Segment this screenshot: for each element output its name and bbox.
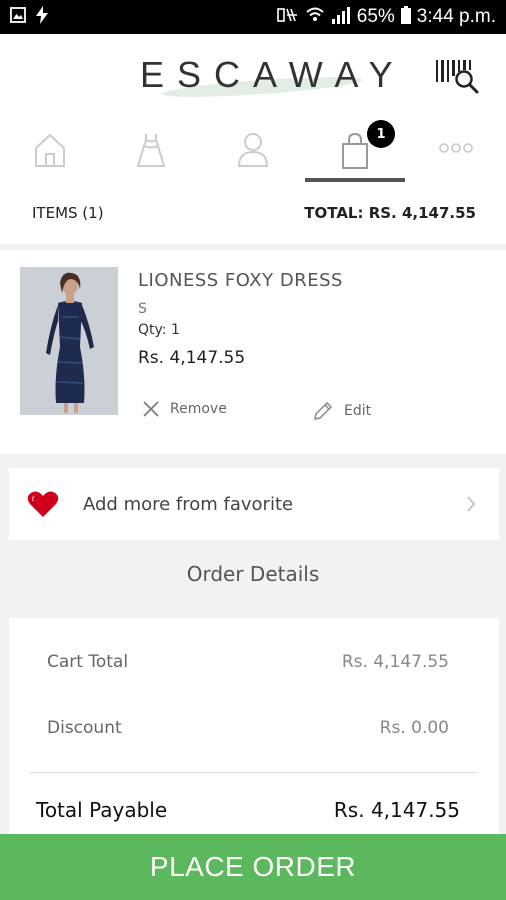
discount-row: Discount Rs. 0.00 <box>47 718 449 738</box>
flash-notification-icon <box>36 6 48 28</box>
place-order-button[interactable]: PLACE ORDER <box>0 834 506 900</box>
remove-label: Remove <box>170 401 227 417</box>
heart-icon <box>27 491 59 517</box>
dress-icon <box>136 134 166 167</box>
cart-total-label: Cart Total <box>47 652 129 672</box>
status-bar: 65% 3:44 p.m. <box>0 0 506 34</box>
tab-profile[interactable] <box>203 126 303 182</box>
cart-item-card: LIONESS FOXY DRESS S Qty: 1 Rs. 4,147.55… <box>0 250 506 454</box>
more-icon <box>439 143 473 153</box>
barcode-search-icon <box>436 60 479 94</box>
gallery-notification-icon <box>10 7 26 27</box>
favorite-label: Add more from favorite <box>83 493 294 515</box>
tab-cart[interactable]: 1 <box>305 120 405 182</box>
cart-total-header: TOTAL: RS. 4,147.55 <box>304 204 476 222</box>
total-payable-label: Total Payable <box>36 798 168 822</box>
total-payable-value: Rs. 4,147.55 <box>333 798 460 822</box>
chevron-right-icon <box>467 496 476 512</box>
clock: 3:44 p.m. <box>416 6 496 27</box>
shopping-bag-icon <box>342 132 368 169</box>
main-tab-bar: 1 <box>0 120 506 182</box>
wifi-icon <box>305 6 325 29</box>
items-count: ITEMS (1) <box>32 204 104 222</box>
close-icon <box>143 401 159 417</box>
divider <box>29 772 477 773</box>
product-name[interactable]: LIONESS FOXY DRESS <box>138 270 343 291</box>
total-payable-row: Total Payable Rs. 4,147.55 <box>36 798 460 822</box>
cart-count-badge: 1 <box>367 120 395 148</box>
product-quantity: Qty: 1 <box>138 322 180 338</box>
battery-percent: 65% <box>356 6 395 27</box>
cart-summary: ITEMS (1) TOTAL: RS. 4,147.55 <box>0 198 506 228</box>
product-size: S <box>138 301 147 317</box>
add-from-favorite-row[interactable]: Add more from favorite <box>9 468 499 540</box>
order-details-card: Cart Total Rs. 4,147.55 Discount Rs. 0.0… <box>9 618 499 858</box>
signal-icon <box>331 6 351 29</box>
discount-label: Discount <box>47 718 122 738</box>
cart-total-value: Rs. 4,147.55 <box>341 652 449 672</box>
brand-logo: ESCAWAY <box>140 54 393 101</box>
order-details-heading: Order Details <box>186 562 320 586</box>
home-icon <box>35 133 65 167</box>
remove-button[interactable]: Remove <box>142 400 227 418</box>
battery-icon <box>400 5 411 29</box>
tab-home[interactable] <box>0 126 100 182</box>
pencil-icon <box>314 401 333 420</box>
discount-value: Rs. 0.00 <box>379 718 449 738</box>
product-image[interactable] <box>20 267 118 415</box>
user-icon <box>237 133 269 167</box>
tab-shop[interactable] <box>101 126 201 182</box>
nfc-icon <box>276 6 299 28</box>
edit-label: Edit <box>344 403 372 419</box>
barcode-scan-button[interactable] <box>434 56 480 96</box>
edit-button[interactable]: Edit <box>312 400 371 422</box>
cart-total-row: Cart Total Rs. 4,147.55 <box>47 652 449 672</box>
product-price: Rs. 4,147.55 <box>138 348 246 368</box>
tab-more[interactable] <box>406 126 506 182</box>
logo-text: ESCAWAY <box>140 54 406 95</box>
app-header: ESCAWAY 1 ITEMS (1) TOTAL: RS. 4,147.55 <box>0 34 506 244</box>
